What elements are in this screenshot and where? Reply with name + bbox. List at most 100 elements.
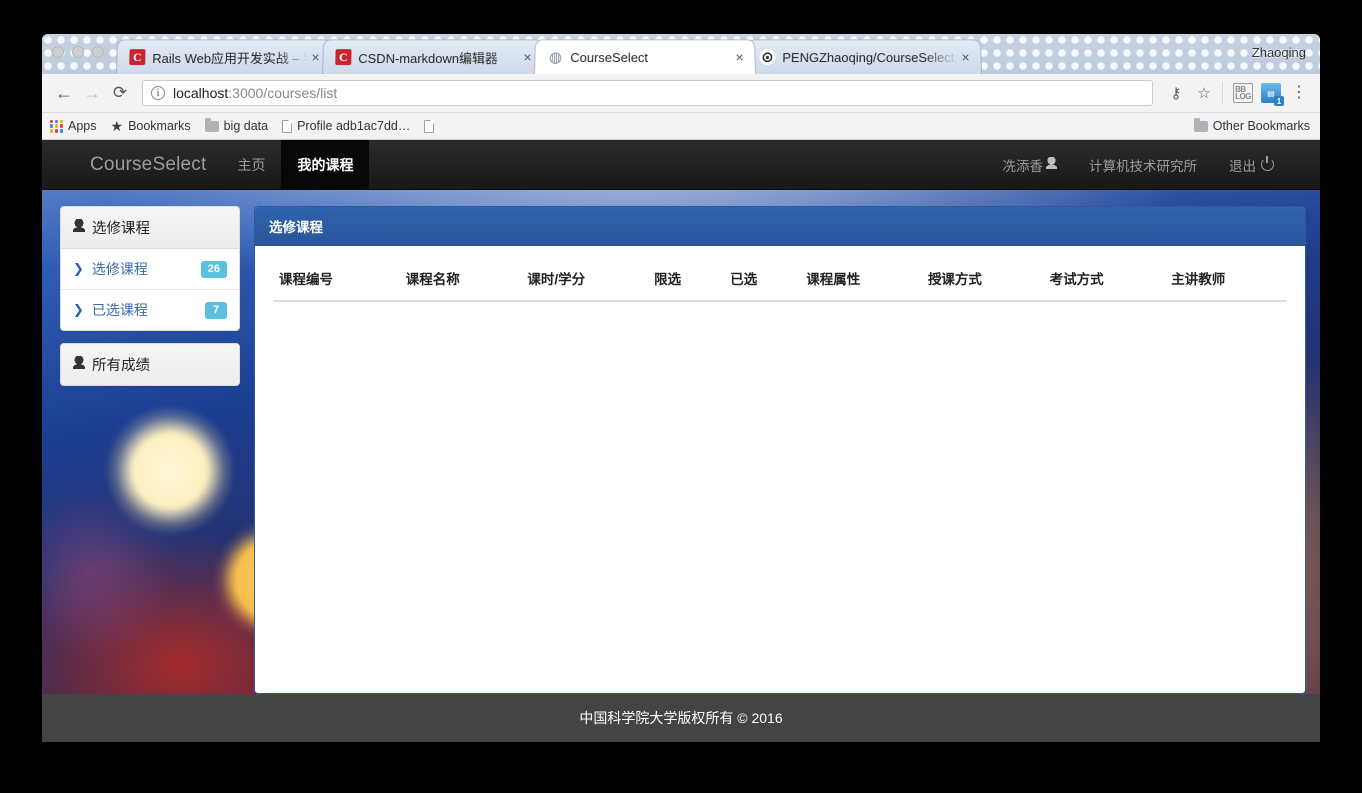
other-bookmarks-label: Other Bookmarks bbox=[1212, 119, 1310, 133]
tab-close-icon[interactable]: × bbox=[732, 49, 746, 65]
tab-close-icon[interactable]: × bbox=[308, 49, 322, 65]
column-header-enrolled[interactable]: 已选 bbox=[724, 246, 801, 302]
minimize-window-button[interactable] bbox=[72, 46, 84, 58]
bookmark-bookmarks[interactable]: ★ Bookmarks bbox=[111, 118, 191, 135]
browser-tab-title: CSDN-markdown编辑器 bbox=[358, 50, 498, 66]
apps-grid-icon bbox=[50, 119, 63, 133]
status-badge: 26 bbox=[200, 260, 227, 278]
sidebar-panel-header: 所有成绩 bbox=[61, 344, 239, 385]
sidebar-item-label: 选修课程 bbox=[91, 261, 148, 277]
column-header-exam-method[interactable]: 考试方式 bbox=[1043, 246, 1166, 302]
downloads-extension-icon[interactable]: ▤ bbox=[1258, 80, 1284, 106]
window-user-label: Zhaoqing bbox=[1251, 45, 1306, 60]
page-favicon-icon: ◍ bbox=[547, 49, 564, 67]
status-badge: 7 bbox=[205, 301, 227, 319]
tab-close-icon[interactable]: × bbox=[958, 49, 972, 65]
column-header-hours-credits[interactable]: 课时/学分 bbox=[521, 246, 649, 302]
column-header-lecturer[interactable]: 主讲教师 bbox=[1165, 246, 1287, 302]
column-header-limit[interactable]: 限选 bbox=[648, 246, 725, 302]
sidebar-panel-grades[interactable]: 所有成绩 bbox=[60, 343, 240, 386]
site-brand[interactable]: CourseSelect bbox=[42, 140, 221, 189]
forward-button[interactable]: → bbox=[78, 79, 106, 107]
back-button[interactable]: ← bbox=[50, 79, 78, 107]
chevron-right-icon: ❯ bbox=[73, 261, 84, 276]
downloads-extension-glyph: ▤ bbox=[1261, 83, 1284, 106]
browser-tab-1[interactable]: C Rails Web应用开发实战 – 学生选课系统 × bbox=[116, 39, 332, 74]
panel-body: 课程编号 课程名称 课时/学分 限选 已选 课程属性 授课方式 考试方式 主讲教… bbox=[255, 246, 1305, 693]
sidebar: 选修课程 ❯ 选修课程 26 ❯ 已选课程 7 所有成绩 bbox=[60, 206, 240, 694]
bookmarks-bar: Apps ★ Bookmarks big data Profile adb1ac… bbox=[42, 113, 1320, 140]
browser-tab-4[interactable]: ⊙ PENGZhaoqing/CourseSelect: × bbox=[746, 39, 982, 74]
courses-table-head: 课程编号 课程名称 课时/学分 限选 已选 课程属性 授课方式 考试方式 主讲教… bbox=[273, 246, 1287, 302]
tab-close-icon[interactable]: × bbox=[520, 49, 534, 65]
bookmark-label: Bookmarks bbox=[128, 119, 191, 133]
star-icon: ★ bbox=[110, 117, 124, 134]
nav-logout[interactable]: 退出 bbox=[1213, 140, 1290, 189]
reload-button[interactable]: ⟳ bbox=[106, 79, 134, 107]
nav-item-home[interactable]: 主页 bbox=[221, 140, 281, 189]
bookmark-star-icon[interactable]: ☆ bbox=[1191, 80, 1217, 106]
bookmark-big-data[interactable]: big data bbox=[204, 117, 269, 133]
blog-extension-glyph: BB LOG bbox=[1233, 83, 1253, 103]
browser-tab-title: PENGZhaoqing/CourseSelect: bbox=[782, 49, 959, 65]
sidebar-panel-header: 选修课程 bbox=[61, 207, 239, 249]
browser-window: C Rails Web应用开发实战 – 学生选课系统 × C CSDN-mark… bbox=[42, 34, 1320, 742]
chrome-menu-icon[interactable]: ⋮ bbox=[1286, 80, 1312, 106]
github-favicon-icon: ⊙ bbox=[759, 49, 776, 67]
page-info-icon[interactable]: i bbox=[151, 86, 165, 100]
site-navbar: CourseSelect 主页 我的课程 冼添香 计算机技术研究所 退出 bbox=[42, 140, 1320, 190]
close-window-button[interactable] bbox=[52, 46, 64, 58]
page-content: 选修课程 ❯ 选修课程 26 ❯ 已选课程 7 所有成绩 选修课程 课程编号 课… bbox=[42, 190, 1320, 694]
column-header-course-attribute[interactable]: 课程属性 bbox=[800, 246, 922, 302]
user-icon bbox=[73, 356, 85, 373]
bookmark-unnamed[interactable] bbox=[424, 119, 439, 133]
power-icon bbox=[1261, 156, 1274, 171]
browser-tab-title: Rails Web应用开发实战 – 学生选课系统 bbox=[152, 50, 309, 66]
sidebar-panel-elective: 选修课程 ❯ 选修课程 26 ❯ 已选课程 7 bbox=[60, 206, 240, 331]
browser-tab-3-active[interactable]: ◍ CourseSelect × bbox=[534, 39, 756, 74]
browser-tab-strip: C Rails Web应用开发实战 – 学生选课系统 × C CSDN-mark… bbox=[42, 34, 1320, 74]
maximize-window-button[interactable] bbox=[92, 46, 104, 58]
nav-institute[interactable]: 计算机技术研究所 bbox=[1073, 140, 1213, 189]
column-header-teaching-method[interactable]: 授课方式 bbox=[921, 246, 1044, 302]
blog-extension-icon[interactable]: BB LOG bbox=[1230, 80, 1256, 106]
bookmark-apps[interactable]: Apps bbox=[50, 119, 97, 133]
url-path: :3000/courses/list bbox=[228, 85, 338, 101]
folder-icon bbox=[204, 117, 219, 132]
window-traffic-lights[interactable] bbox=[52, 46, 104, 58]
csdn-favicon-icon: C bbox=[129, 49, 146, 66]
folder-icon bbox=[1193, 117, 1208, 132]
browser-tab-2[interactable]: C CSDN-markdown编辑器 × bbox=[322, 39, 544, 74]
page-viewport: CourseSelect 主页 我的课程 冼添香 计算机技术研究所 退出 选修课… bbox=[42, 140, 1320, 742]
address-bar-url: localhost:3000/courses/list bbox=[173, 85, 337, 101]
document-icon bbox=[282, 119, 293, 133]
sidebar-item-selected-courses[interactable]: ❯ 已选课程 7 bbox=[61, 290, 239, 330]
password-key-icon[interactable]: ⚷ bbox=[1163, 80, 1189, 106]
nav-logout-label: 退出 bbox=[1229, 158, 1256, 174]
sidebar-item-label: 已选课程 bbox=[91, 302, 148, 318]
browser-tabs: C Rails Web应用开发实战 – 学生选课系统 × C CSDN-mark… bbox=[116, 39, 982, 74]
toolbar-divider bbox=[1222, 82, 1223, 104]
nav-user-label: 冼添香 bbox=[1002, 158, 1044, 174]
courses-table: 课程编号 课程名称 课时/学分 限选 已选 课程属性 授课方式 考试方式 主讲教… bbox=[273, 246, 1287, 302]
document-icon bbox=[424, 119, 435, 133]
browser-tab-title: CourseSelect bbox=[570, 49, 649, 65]
column-header-course-name[interactable]: 课程名称 bbox=[399, 246, 522, 302]
column-header-course-code[interactable]: 课程编号 bbox=[273, 246, 400, 302]
sidebar-item-elective-courses[interactable]: ❯ 选修课程 26 bbox=[61, 249, 239, 290]
panel-title: 选修课程 bbox=[255, 207, 1305, 246]
nav-item-my-courses[interactable]: 我的课程 bbox=[281, 140, 370, 189]
bookmark-label: Apps bbox=[68, 119, 97, 133]
other-bookmarks-button[interactable]: Other Bookmarks bbox=[1193, 117, 1310, 133]
csdn-favicon-icon: C bbox=[335, 49, 352, 66]
table-header-row: 课程编号 课程名称 课时/学分 限选 已选 课程属性 授课方式 考试方式 主讲教… bbox=[273, 246, 1287, 302]
bookmark-profile[interactable]: Profile adb1ac7dd… bbox=[282, 119, 410, 133]
bookmark-label: Profile adb1ac7dd… bbox=[297, 119, 411, 133]
sidebar-panel-header-label: 所有成绩 bbox=[92, 358, 150, 374]
bookmark-label: big data bbox=[223, 119, 269, 133]
address-bar[interactable]: i localhost:3000/courses/list bbox=[142, 80, 1153, 106]
url-host: localhost bbox=[173, 85, 229, 101]
page-footer: 中国科学院大学版权所有 © 2016 bbox=[42, 694, 1320, 742]
navbar-right-group: 冼添香 计算机技术研究所 退出 bbox=[987, 140, 1321, 189]
nav-user-name[interactable]: 冼添香 bbox=[987, 140, 1074, 189]
